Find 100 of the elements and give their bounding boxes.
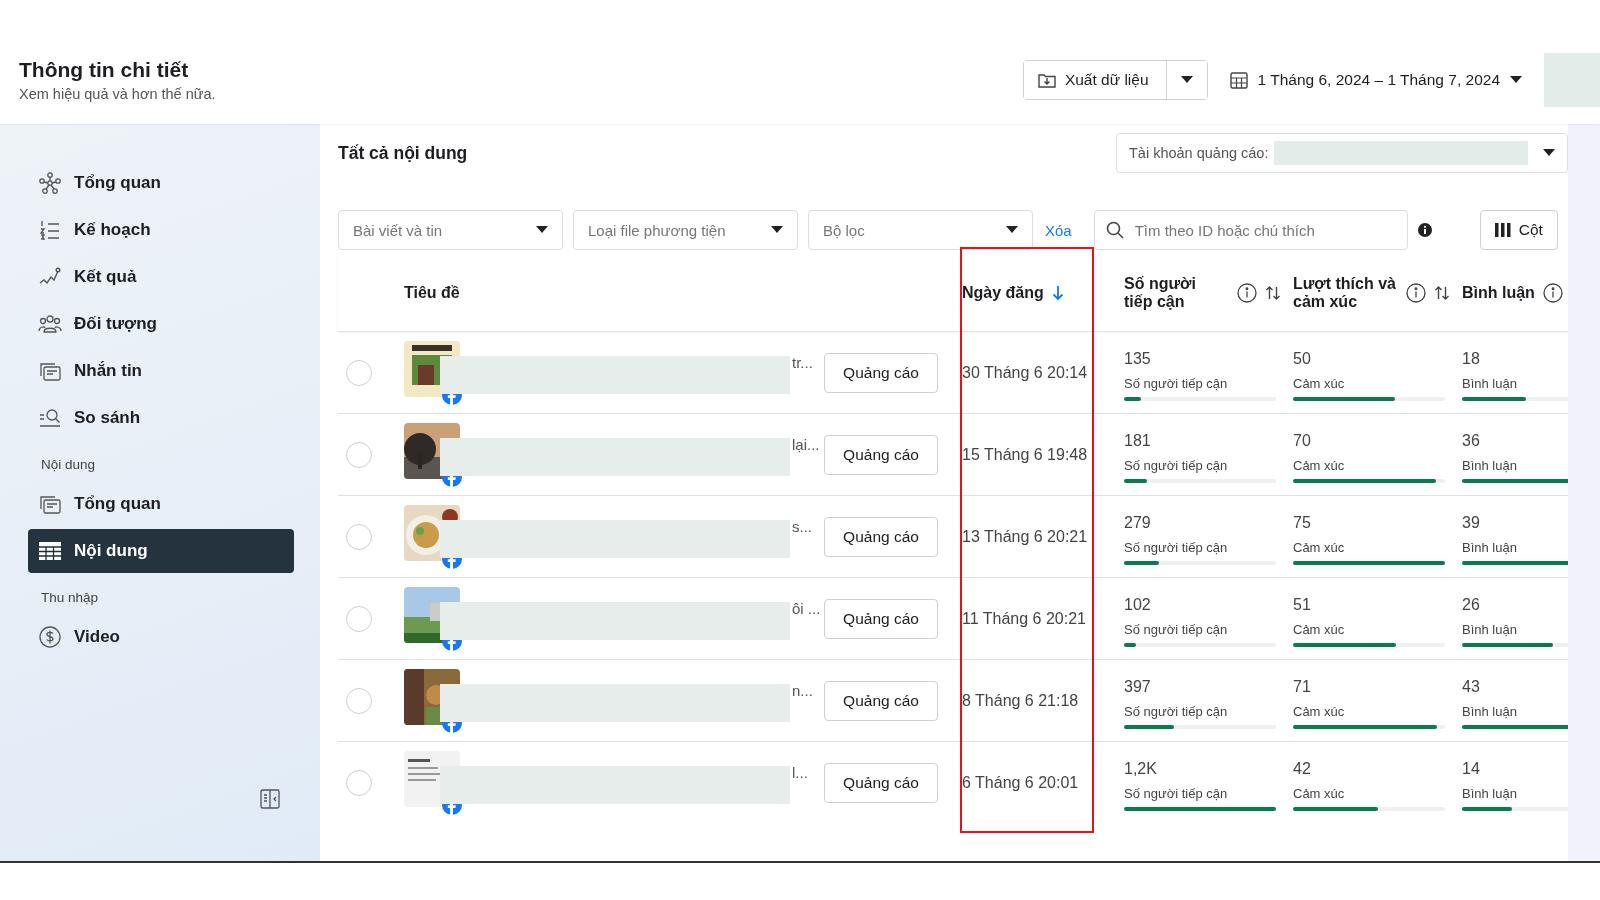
search-icon <box>1105 221 1124 239</box>
post-date: 13 Tháng 6 20:21 <box>962 527 1088 545</box>
collapse-panel-icon[interactable] <box>260 789 280 809</box>
metric-value: 1,2K <box>1124 760 1158 778</box>
post-date: 15 Tháng 6 19:48 <box>962 445 1088 463</box>
calendar-icon <box>1229 71 1248 89</box>
numbered-list-icon <box>38 219 62 241</box>
metric-label: Số người tiếp cận <box>1124 540 1229 555</box>
sidebar-item[interactable]: Video <box>28 615 294 659</box>
filter-dropdown[interactable]: Bộ lọc <box>808 210 1033 250</box>
boost-ad-button[interactable]: Quảng cáo <box>824 434 938 475</box>
metric-value: 36 <box>1462 432 1481 450</box>
section-heading: Thu nhập <box>41 590 100 605</box>
metric-value: 43 <box>1462 678 1481 696</box>
metric-value: 102 <box>1124 596 1152 614</box>
network-icon <box>38 172 62 194</box>
metric-value: 70 <box>1293 432 1312 450</box>
metric-value: 51 <box>1293 596 1312 614</box>
metric-label: Bình luận <box>1462 704 1518 719</box>
boost-ad-button[interactable]: Quảng cáo <box>824 762 938 803</box>
sidebar-item[interactable]: Tổng quan <box>28 482 294 526</box>
metric-label: Cảm xúc <box>1293 376 1346 391</box>
post-date: 11 Tháng 6 20:21 <box>962 609 1086 627</box>
dollar-icon <box>38 626 62 648</box>
metric-label: Bình luận <box>1462 786 1518 801</box>
column-header[interactable]: Ngày đăng <box>962 284 1044 302</box>
metric-value: 397 <box>1124 678 1152 696</box>
columns-button[interactable]: Cột <box>1479 210 1558 250</box>
sidebar-item[interactable]: Tổng quan <box>28 161 294 205</box>
metric-label: Cảm xúc <box>1293 540 1346 555</box>
search-field[interactable]: Tìm theo ID hoặc chú thích <box>1093 210 1408 250</box>
export-dropdown-button[interactable] <box>1165 61 1207 99</box>
metric-value: 75 <box>1293 514 1312 532</box>
metric-label: Số người tiếp cận <box>1124 786 1229 801</box>
metric-label: Số người tiếp cận <box>1124 622 1229 637</box>
metric-label: Cảm xúc <box>1293 704 1346 719</box>
info-icon[interactable] <box>1406 283 1426 303</box>
sidebar-item[interactable]: Kế hoạch <box>28 208 294 252</box>
boost-ad-button[interactable]: Quảng cáo <box>824 516 938 557</box>
info-icon[interactable] <box>1542 283 1563 303</box>
post-title: n... <box>792 682 813 699</box>
post-date: 8 Tháng 6 21:18 <box>962 691 1079 709</box>
sort-descending-icon[interactable] <box>1051 285 1064 301</box>
metric-label: Bình luận <box>1462 376 1518 391</box>
info-icon[interactable] <box>1417 223 1432 237</box>
caret-icon <box>771 226 783 234</box>
boost-ad-button[interactable]: Quảng cáo <box>824 598 938 639</box>
sidebar-item[interactable]: Kết quả <box>28 255 294 299</box>
sort-icon[interactable] <box>1434 285 1450 301</box>
metric-label: Cảm xúc <box>1293 622 1346 637</box>
section-title: Tất cả nội dung <box>338 142 468 164</box>
post-title: l... <box>792 764 808 781</box>
metric-label: Số người tiếp cận <box>1124 376 1229 391</box>
caret-icon <box>1543 149 1555 157</box>
post-title: ôi ... <box>792 600 821 617</box>
filter-dropdown[interactable]: Loại file phương tiện <box>573 210 798 250</box>
post-date: 30 Tháng 6 20:14 <box>962 363 1088 381</box>
post-title: lại... <box>792 436 820 453</box>
metric-value: 18 <box>1462 350 1481 368</box>
metric-label: Bình luận <box>1462 622 1518 637</box>
metric-value: 181 <box>1124 432 1152 450</box>
caret-icon <box>1510 76 1522 84</box>
boost-ad-button[interactable]: Quảng cáo <box>824 352 938 393</box>
metric-value: 26 <box>1462 596 1481 614</box>
post-title: s... <box>792 518 812 535</box>
column-header: Tiêu đề <box>404 284 460 302</box>
metric-label: Bình luận <box>1462 540 1518 555</box>
metric-value: 42 <box>1293 760 1312 778</box>
compare-search-icon <box>38 408 62 428</box>
metric-value: 135 <box>1124 350 1152 368</box>
date-range-picker[interactable]: 1 Tháng 6, 2024 – 1 Tháng 7, 2024 <box>1229 71 1522 89</box>
post-title: tr... <box>792 354 813 371</box>
metric-value: 50 <box>1293 350 1312 368</box>
sidebar-item[interactable]: Đối tượng <box>28 302 294 346</box>
metric-value: 71 <box>1293 678 1312 696</box>
caret-icon <box>536 226 548 234</box>
metric-label: Số người tiếp cận <box>1124 704 1229 719</box>
clear-link[interactable]: Xóa <box>1045 221 1072 239</box>
table-icon <box>38 542 62 560</box>
ad-account-dropdown[interactable]: Tài khoản quảng cáo: <box>1116 133 1568 173</box>
column-header[interactable]: Lượt thích và cảm xúc <box>1293 275 1403 311</box>
metric-value: 14 <box>1462 760 1481 778</box>
sidebar-item[interactable]: Nội dung <box>28 529 294 573</box>
sort-icon[interactable] <box>1265 285 1281 301</box>
caret-icon <box>1006 226 1018 234</box>
section-heading: Nội dung <box>41 457 97 472</box>
page-title: Thông tin chi tiết <box>19 58 190 82</box>
column-header: Bình luận <box>1462 284 1535 302</box>
boost-ad-button[interactable]: Quảng cáo <box>824 680 938 721</box>
download-icon <box>1037 72 1056 88</box>
metric-value: 39 <box>1462 514 1481 532</box>
columns-icon <box>1494 223 1511 237</box>
page-subtitle: Xem hiệu quả và hơn thế nữa. <box>19 86 216 102</box>
sidebar-item[interactable]: Nhắn tin <box>28 349 294 393</box>
column-header[interactable]: Số người tiếp cận <box>1124 275 1224 311</box>
info-icon[interactable] <box>1237 283 1257 303</box>
sidebar-item[interactable]: So sánh <box>28 396 294 440</box>
metric-label: Cảm xúc <box>1293 786 1346 801</box>
filter-dropdown[interactable]: Bài viết và tin <box>338 210 563 250</box>
message-cards-icon <box>38 493 62 515</box>
